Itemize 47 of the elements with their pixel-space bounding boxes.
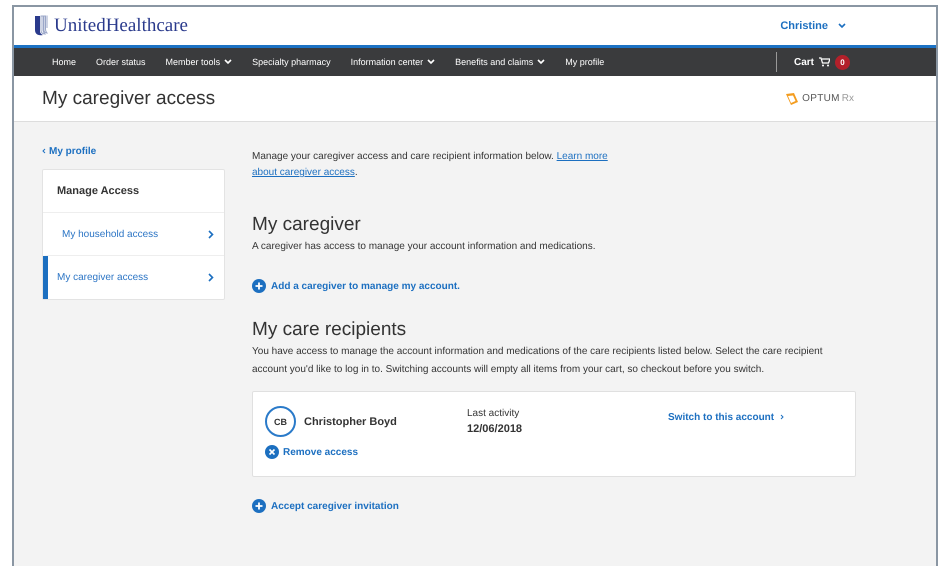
chevron-right-icon [780,414,784,420]
section-description: A caregiver has access to manage your account information and medications. [252,240,597,254]
nav-link[interactable]: My profile [565,57,604,67]
sidebar-item[interactable]: My household access [43,213,224,256]
partner-logo: OPTUM [802,93,840,104]
chevron-right-icon [208,230,214,238]
page-title: My caregiver access [42,88,216,110]
cart-link[interactable]: Cart [794,56,814,68]
optum-logo-icon [784,92,800,106]
sidebar-heading: Manage Access [43,170,224,213]
switch-account-link[interactable]: Switch to this account [668,412,784,423]
section-heading: My care recipients [252,319,408,341]
brand-logo: UnitedHealthcare [54,15,188,37]
chevron-down-icon [224,59,232,65]
activity-date: 12/06/2018 [467,423,524,435]
remove-access-link[interactable]: Remove access [265,445,843,459]
section-heading: My caregiver [252,214,362,236]
nav-link[interactable]: Member tools [166,57,232,67]
partner-logo-suffix: Rx [842,93,854,104]
cart-count-badge: 0 [835,54,850,70]
chevron-down-icon [537,59,546,65]
back-link[interactable]: My profile [42,146,225,157]
chevron-left-icon [42,148,46,154]
nav-link[interactable]: Information center [350,57,436,67]
chevron-right-icon [208,273,214,282]
close-circle-icon [265,445,279,459]
user-menu[interactable]: Christine [780,20,846,32]
plus-circle-icon [252,499,266,513]
nav-link[interactable]: Specialty pharmacy [252,57,331,67]
nav-link[interactable]: Home [52,57,76,67]
activity-label: Last activity [467,408,520,419]
nav-link[interactable]: Benefits and claims [455,57,546,67]
section-description: You have access to manage the account information and medications of the care recipients listed below. Select the care recipient account you'd like to log in to. Switching accounts will empty all items from your cart, so checkout before you switch. [252,345,824,377]
sidebar-item[interactable]: My caregiver access [43,256,224,299]
initials-avatar: CB [265,406,296,437]
chevron-down-icon [427,59,436,65]
intro-text: Manage your caregiver access and care recipient information below. Learn more about caregiver access. [252,150,609,180]
learn-more-link[interactable]: about caregiver access [252,167,355,178]
plus-circle-icon [252,279,266,293]
add-caregiver-link[interactable]: Add a caregiver to manage my account. [252,279,856,293]
chevron-down-icon [838,23,846,29]
shield-logo-icon [34,15,48,37]
cart-icon[interactable] [819,57,830,67]
accept-invitation-link[interactable]: Accept caregiver invitation [252,499,856,513]
learn-more-link[interactable]: Learn more [556,151,608,162]
recipient-name: Christopher Boyd [304,416,398,428]
nav-link[interactable]: Order status [96,57,146,67]
